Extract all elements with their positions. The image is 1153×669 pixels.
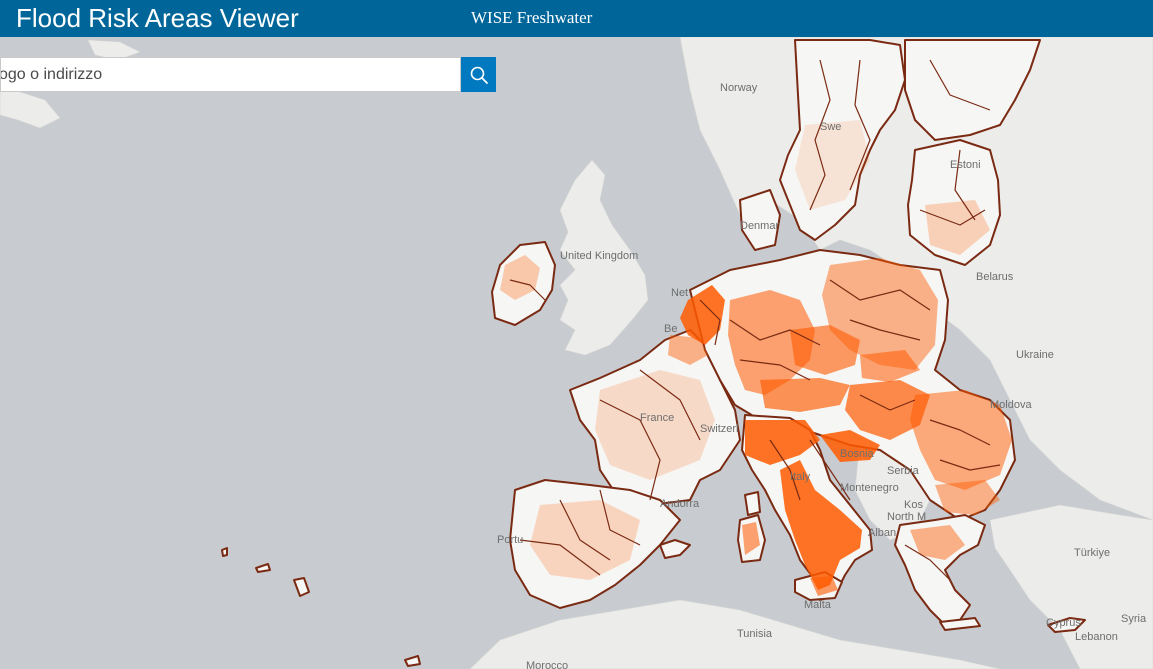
label-moldova: Moldova	[990, 399, 1032, 411]
label-kosovo: Kos	[904, 499, 923, 511]
label-lebanon: Lebanon	[1075, 631, 1118, 643]
label-north-macedonia: North M	[887, 511, 926, 523]
label-morocco: Morocco	[526, 660, 568, 669]
app-title: Flood Risk Areas Viewer	[16, 3, 299, 33]
label-belarus: Belarus	[976, 271, 1014, 283]
search-input[interactable]	[1, 58, 459, 91]
label-denmark: Denmar	[740, 220, 779, 232]
label-turkiye: Türkiye	[1074, 547, 1110, 559]
label-albania: Alban	[868, 527, 896, 539]
label-tunisia: Tunisia	[737, 628, 773, 640]
label-andorra: Andorra	[660, 498, 700, 510]
label-sweden: Swe	[820, 121, 841, 133]
search-box[interactable]	[0, 57, 461, 92]
app-subtitle: WISE Freshwater	[471, 8, 593, 27]
label-netherlands: Net	[671, 287, 688, 299]
label-bosnia: Bosnia	[840, 448, 875, 460]
label-cyprus: Cyprus	[1046, 617, 1081, 629]
search-icon	[470, 66, 488, 84]
label-ukraine: Ukraine	[1016, 349, 1054, 361]
label-italy: Italy	[790, 471, 811, 483]
region-corsica	[744, 491, 761, 516]
label-france: France	[640, 412, 674, 424]
label-montenegro: Montenegro	[840, 482, 899, 494]
label-switzerland: Switzerl	[700, 423, 739, 435]
label-norway: Norway	[720, 82, 758, 94]
label-united-kingdom: United Kingdom	[560, 250, 638, 262]
label-belgium: Be	[664, 323, 677, 335]
region-madeira	[221, 547, 228, 557]
label-syria: Syria	[1121, 613, 1147, 625]
map-canvas[interactable]: Norway Estoni Denmar United Kingdom Bela…	[0, 37, 1153, 669]
label-serbia: Serbia	[887, 465, 920, 477]
label-malta: Malta	[804, 599, 832, 611]
search-button[interactable]	[461, 57, 496, 92]
label-portugal: Portu	[497, 534, 523, 546]
label-estonia: Estoni	[950, 159, 981, 171]
app-header: Flood Risk Areas Viewer WISE Freshwater	[0, 0, 1153, 37]
